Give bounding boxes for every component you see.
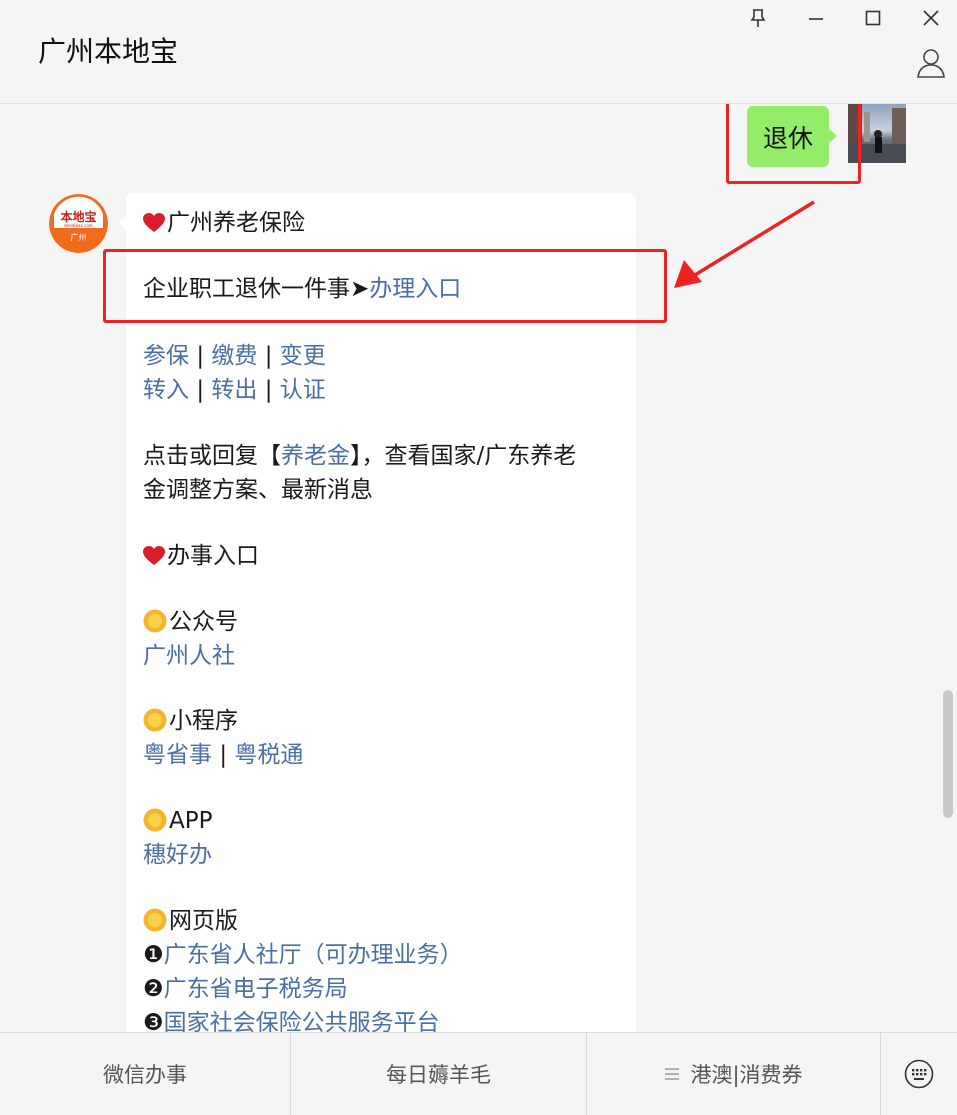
scrollbar-thumb[interactable] — [943, 690, 953, 818]
link-canbao[interactable]: 参保 — [143, 343, 189, 369]
pension-link[interactable]: 养老金 — [281, 443, 350, 469]
title-line-text: 广州养老保险 — [167, 210, 305, 236]
pin-icon[interactable] — [743, 3, 773, 33]
svg-text:广州: 广州 — [71, 232, 87, 242]
minimize-icon[interactable] — [801, 3, 831, 33]
app-link-line: 穗好办 — [143, 838, 212, 872]
menu-weixin-banshi-label: 微信办事 — [103, 1063, 187, 1087]
web-item-1: ❶广东省人社厅（可办理业务） — [143, 938, 463, 972]
link-zhuanchu[interactable]: 转出 — [211, 377, 257, 403]
entrance-heading: 办事入口 — [143, 539, 259, 576]
chat-title: 广州本地宝 — [38, 35, 179, 68]
mini-heading: 小程序 — [143, 704, 238, 742]
menu-weixin-banshi[interactable]: 微信办事 — [0, 1033, 290, 1115]
menu-daily-deals[interactable]: 每日薅羊毛 — [291, 1033, 586, 1115]
highlight-box-entrance — [103, 249, 667, 323]
separator: | — [264, 377, 273, 403]
sun-icon — [143, 908, 169, 942]
web-item-number: ❷ — [143, 976, 164, 1002]
separator: | — [219, 742, 228, 768]
mini-link-line: 粤省事 | 粤税通 — [143, 738, 303, 772]
app-link[interactable]: 穗好办 — [143, 842, 212, 868]
gzh-link-line: 广州人社 — [143, 639, 235, 673]
highlight-box-sent — [726, 104, 861, 184]
web-item-3: ❸国家社会保险公共服务平台 — [143, 1006, 440, 1032]
chat-area[interactable]: 退休 本地宝 bendibao.com 广州 广州养老保险 企业职工退休一件事➤… — [0, 104, 957, 1032]
title-bar: 广州本地宝 — [0, 0, 957, 104]
web-heading-text: 网页版 — [169, 908, 238, 934]
keyboard-icon — [904, 1059, 934, 1089]
web-heading: 网页版 — [143, 904, 238, 942]
link-zhuanru[interactable]: 转入 — [143, 377, 189, 403]
web-link-national-si[interactable]: 国家社会保险公共服务平台 — [164, 1010, 440, 1032]
web-link-hrss-note[interactable]: （可办理业务） — [302, 942, 463, 968]
menu-hk-macau-coupon-label: 港澳|消费券 — [690, 1063, 803, 1087]
web-link-etax[interactable]: 广东省电子税务局 — [164, 976, 348, 1002]
web-item-2: ❷广东省电子税务局 — [143, 972, 348, 1006]
menu-daily-deals-label: 每日薅羊毛 — [386, 1063, 491, 1087]
maximize-icon[interactable] — [858, 3, 888, 33]
separator: | — [196, 377, 205, 403]
web-link-hrss[interactable]: 广东省人社厅 — [164, 942, 302, 968]
app-heading-text: APP — [169, 808, 213, 834]
sun-icon — [143, 609, 169, 643]
pension-para-text-b: 】，查看国家/广东养老 — [350, 443, 577, 469]
mini-heading-text: 小程序 — [169, 708, 238, 734]
heart-icon — [143, 542, 167, 576]
bot-avatar[interactable]: 本地宝 bendibao.com 广州 — [49, 194, 108, 253]
link-renzheng[interactable]: 认证 — [280, 377, 326, 403]
web-item-number: ❶ — [143, 942, 164, 968]
link-row-1: 参保 | 缴费 | 变更 — [143, 339, 326, 373]
link-jiaofei[interactable]: 缴费 — [211, 343, 257, 369]
separator: | — [196, 343, 205, 369]
svg-text:本地宝: 本地宝 — [60, 209, 96, 224]
pension-para-line1: 点击或回复【养老金】，查看国家/广东养老 — [143, 439, 576, 473]
keyboard-toggle-button[interactable] — [881, 1033, 957, 1115]
sun-icon — [143, 808, 169, 842]
entrance-heading-text: 办事入口 — [167, 543, 259, 569]
pension-para-text-a: 点击或回复【 — [143, 443, 281, 469]
title-line: 广州养老保险 — [143, 206, 305, 243]
gzh-heading: 公众号 — [143, 605, 238, 643]
sun-icon — [143, 708, 169, 742]
gzh-heading-text: 公众号 — [169, 609, 238, 635]
heart-icon — [143, 209, 167, 243]
app-heading: APP — [143, 804, 212, 842]
bottom-menu-bar: 微信办事 每日薅羊毛 港澳|消费券 — [0, 1032, 957, 1115]
close-icon[interactable] — [916, 3, 946, 33]
mini-link-yueshuitong[interactable]: 粤税通 — [234, 742, 303, 768]
link-row-2: 转入 | 转出 | 认证 — [143, 373, 326, 407]
web-item-number: ❸ — [143, 1010, 164, 1032]
pension-para-line2: 金调整方案、最新消息 — [143, 477, 373, 503]
gzh-link[interactable]: 广州人社 — [143, 643, 235, 669]
svg-text:bendibao.com: bendibao.com — [64, 223, 92, 228]
submenu-icon — [664, 1067, 680, 1081]
separator: | — [264, 343, 273, 369]
profile-icon[interactable] — [916, 47, 946, 79]
red-arrow-icon — [674, 200, 815, 288]
mini-link-yueshengshi[interactable]: 粤省事 — [143, 742, 212, 768]
link-biangeng[interactable]: 变更 — [280, 343, 326, 369]
menu-hk-macau-coupon[interactable]: 港澳|消费券 — [587, 1033, 880, 1115]
